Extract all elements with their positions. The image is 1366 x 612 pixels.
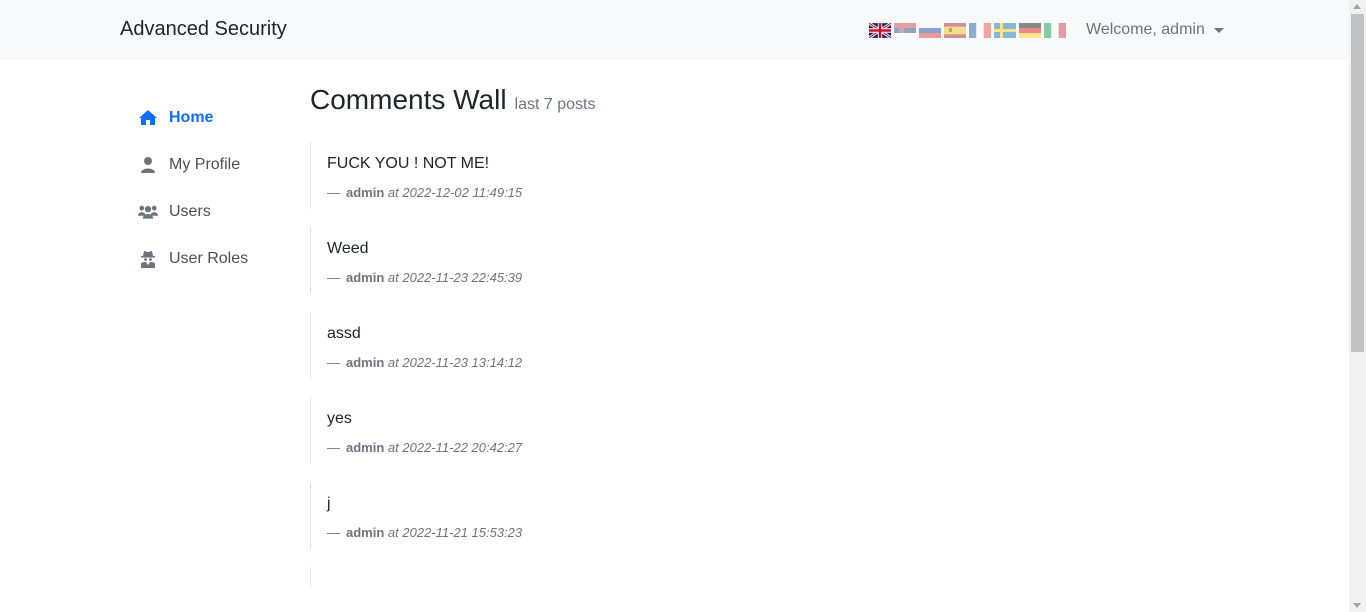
comment-text: FUCK YOU ! NOT ME! [327,155,490,172]
flag-germany-icon[interactable] [1019,23,1041,38]
sidebar-item-user-roles[interactable]: User Roles [138,235,298,282]
user-menu-dropdown[interactable]: Welcome, admin [1086,21,1224,39]
page-title: Comments Wall [310,84,507,115]
comment-text: assd [327,325,361,342]
comment-text: j [327,495,331,512]
comment-date: 2022-11-23 22:45:39 [402,270,523,285]
sidebar-item-users[interactable]: Users [138,188,298,235]
page-scrollbar[interactable] [1349,0,1366,612]
page-header: Comments Wall last 7 posts [310,84,1310,124]
comment-at: at [387,525,399,540]
comment-meta: — admin at 2022-11-23 22:45:39 [327,270,1310,285]
comment-at: at [387,185,399,200]
flag-italy-icon[interactable] [1044,23,1066,38]
users-icon [138,203,158,221]
comment-post: yes — admin at 2022-11-22 20:42:27 [310,397,1310,464]
comment-at: at [387,270,399,285]
comment-author: admin [346,355,385,370]
meta-dash: — [327,270,340,285]
scrollbar-thumb[interactable] [1351,14,1364,352]
comment-date: 2022-11-22 20:42:27 [402,440,523,455]
main-content: Comments Wall last 7 posts FUCK YOU ! NO… [310,84,1310,593]
comment-author: admin [346,440,385,455]
comment-date: 2022-11-21 15:53:23 [402,525,523,540]
meta-dash: — [327,185,340,200]
meta-dash: — [327,440,340,455]
comment-post: assd — admin at 2022-11-23 13:14:12 [310,312,1310,379]
sidebar-item-label: Users [169,202,211,220]
caret-down-icon [1213,27,1224,33]
comment-text: Weed [327,240,369,257]
flag-sweden-icon[interactable] [994,23,1016,38]
user-secret-icon [138,250,158,268]
flag-france-icon[interactable] [969,23,991,38]
welcome-label: Welcome, admin [1086,21,1205,38]
user-icon [138,156,158,174]
comment-author: admin [346,270,385,285]
brand-link[interactable]: Advanced Security [120,18,287,41]
comment-post: Weed — admin at 2022-11-23 22:45:39 [310,227,1310,294]
flag-russia-icon[interactable] [919,23,941,38]
comment-meta: — admin at 2022-11-21 15:53:23 [327,525,1310,540]
comment-meta: — admin at 2022-11-23 13:14:12 [327,355,1310,370]
comment-at: at [387,440,399,455]
comment-date: 2022-12-02 11:49:15 [402,185,523,200]
sidebar-item-label: Home [169,108,214,126]
sidebar-nav: Home My Profile Users User Roles [138,94,298,282]
flag-uk-icon[interactable] [869,23,891,38]
comment-at: at [387,355,399,370]
sidebar-item-home[interactable]: Home [138,94,298,141]
comment-meta: — admin at 2022-12-02 11:49:15 [327,185,1310,200]
page-subtitle: last 7 posts [514,96,596,113]
comment-post: FUCK YOU ! NOT ME! — admin at 2022-12-02 … [310,142,1310,209]
scroll-down-arrow-icon[interactable] [1353,603,1361,608]
home-icon [138,109,158,127]
meta-dash: — [327,525,340,540]
flag-spain-icon[interactable] [944,23,966,38]
meta-dash: — [327,355,340,370]
comment-author: admin [346,185,385,200]
language-flags [869,23,1066,38]
sidebar-item-my-profile[interactable]: My Profile [138,141,298,188]
comment-date: 2022-11-23 13:14:12 [402,355,523,370]
comment-post: j — admin at 2022-11-21 15:53:23 [310,482,1310,549]
comment-author: admin [346,525,385,540]
comment-meta: — admin at 2022-11-22 20:42:27 [327,440,1310,455]
top-navbar: Advanced Security Welcome, admin [0,0,1349,60]
scroll-up-arrow-icon[interactable] [1353,4,1361,9]
sidebar-item-label: User Roles [169,249,249,267]
comment-text: yes [327,410,352,427]
comment-post-partial [310,567,1310,587]
sidebar-item-label: My Profile [169,155,241,173]
flag-serbia-icon[interactable] [894,23,916,38]
